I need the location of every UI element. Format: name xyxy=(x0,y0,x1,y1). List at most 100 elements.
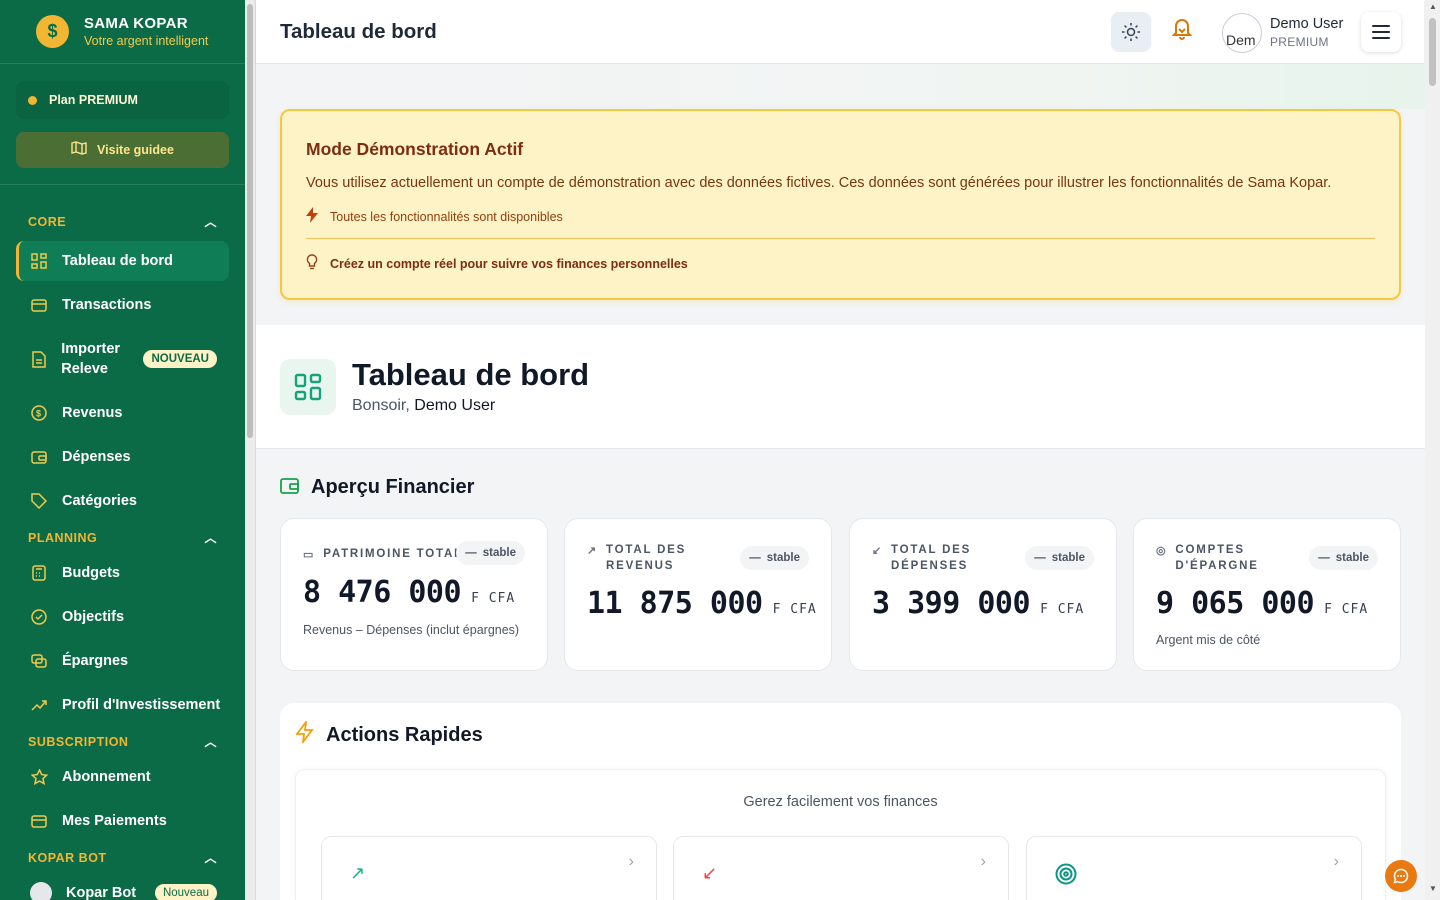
target-icon: ◎ xyxy=(1156,545,1168,557)
section-subscription[interactable]: SUBSCRIPTION ︿ xyxy=(28,733,217,750)
demo-cta[interactable]: Créez un compte réel pour suivre vos fin… xyxy=(306,254,688,273)
avatar[interactable]: Dem xyxy=(1222,13,1262,53)
demo-cta-label: Créez un compte réel pour suivre vos fin… xyxy=(330,256,688,271)
chat-button[interactable] xyxy=(1385,860,1417,892)
divider xyxy=(0,184,245,185)
chevron-up-icon: ︿ xyxy=(204,851,217,865)
logo-icon: $ xyxy=(36,15,69,48)
quick-actions: Actions Rapides Gerez facilement vos fin… xyxy=(280,703,1401,900)
sidebar-item-depenses[interactable]: Dépenses xyxy=(16,437,229,477)
calculator-icon xyxy=(30,564,48,582)
sidebar-item-categories[interactable]: Catégories xyxy=(16,481,229,521)
sidebar-item-paiements[interactable]: Mes Paiements xyxy=(16,801,229,841)
section-subscription-label: SUBSCRIPTION xyxy=(28,734,129,749)
section-planning[interactable]: PLANNING ︿ xyxy=(28,529,217,546)
section-core-label: CORE xyxy=(28,214,67,229)
sidebar-item-label: Abonnement xyxy=(62,769,151,785)
notifications-button[interactable] xyxy=(1171,16,1193,46)
stat-card-patrimoine[interactable]: ▭ PATRIMOINE TOTAL — stable 8 476 000 F CFA… xyxy=(280,518,548,671)
sidebar-item-investissement[interactable]: Profil d'Investissement xyxy=(16,685,229,725)
scroll-up-icon[interactable]: ▲ xyxy=(1429,2,1437,11)
dash-icon: — xyxy=(1318,552,1330,564)
quick-action-add-expense[interactable]: ↙ › xyxy=(673,836,1009,900)
sidebar-item-epargnes[interactable]: Épargnes xyxy=(16,641,229,681)
stat-value-number: 8 476 000 xyxy=(303,575,462,610)
sidebar-scrollbar[interactable] xyxy=(245,0,256,900)
quick-action-add-revenue[interactable]: ↗ › xyxy=(321,836,657,900)
sidebar-item-budgets[interactable]: Budgets xyxy=(16,553,229,593)
brand[interactable]: $ SAMA KOPAR Votre argent intelligent xyxy=(0,0,245,64)
sidebar-item-label: Importer Releve xyxy=(61,341,121,377)
card-icon xyxy=(30,812,48,830)
scrollbar-thumb[interactable] xyxy=(1429,18,1436,86)
stat-value-number: 9 065 000 xyxy=(1156,586,1315,621)
sidebar-item-label: Kopar Bot xyxy=(66,885,137,900)
stat-currency: F CFA xyxy=(1040,602,1085,617)
sidebar-item-transactions[interactable]: Transactions xyxy=(16,285,229,325)
stat-label: ↙ TOTAL DES DÉPENSES xyxy=(872,542,982,574)
section-core[interactable]: CORE ︿ xyxy=(28,213,217,230)
stat-card-revenus[interactable]: ↗ TOTAL DES REVENUS — stable 11 875 000 F C… xyxy=(564,518,832,671)
bell-icon xyxy=(1171,19,1193,40)
chevron-right-icon: › xyxy=(1333,853,1339,870)
card-icon xyxy=(30,296,48,314)
arrow-up-right-icon: ↗ xyxy=(350,863,366,883)
section-planning-label: PLANNING xyxy=(28,530,98,545)
main-scrollbar[interactable]: ▲ ▼ xyxy=(1425,0,1440,900)
chevron-up-icon: ︿ xyxy=(204,531,217,545)
grid-icon xyxy=(30,252,48,270)
demo-text: Vous utilisez actuellement un compte de … xyxy=(306,175,1332,191)
sidebar-item-import[interactable]: Importer Releve NOUVEAU xyxy=(16,333,229,385)
file-icon xyxy=(30,350,47,368)
sidebar-item-label: Transactions xyxy=(62,297,152,313)
wallet-icon: ▭ xyxy=(303,549,316,561)
stat-value-number: 11 875 000 xyxy=(587,586,763,621)
trend-badge: — stable xyxy=(1025,546,1094,570)
demo-title: Mode Démonstration Actif xyxy=(306,139,524,159)
user-name[interactable]: Demo User xyxy=(1270,16,1343,32)
star-icon xyxy=(30,768,48,786)
sidebar: $ SAMA KOPAR Votre argent intelligent Pl… xyxy=(0,0,245,900)
page-title: Tableau de bord xyxy=(280,20,437,43)
scrollbar-thumb[interactable] xyxy=(247,4,253,438)
hero-title: Tableau de bord xyxy=(352,357,590,392)
chevron-up-icon: ︿ xyxy=(204,215,217,229)
trend-text: stable xyxy=(1051,552,1085,564)
user-role: PREMIUM xyxy=(1270,35,1329,49)
sidebar-item-abonnement[interactable]: Abonnement xyxy=(16,757,229,797)
divider xyxy=(306,238,1375,239)
section-kopar-bot[interactable]: KOPAR BOT ︿ xyxy=(28,849,217,866)
section-kopar-bot-label: KOPAR BOT xyxy=(28,850,107,865)
stat-currency: F CFA xyxy=(1324,602,1369,617)
theme-toggle-button[interactable] xyxy=(1111,12,1151,52)
stat-card-epargne[interactable]: ◎ COMPTES D'ÉPARGNE — stable 9 065 000 F CF… xyxy=(1133,518,1401,671)
menu-button[interactable] xyxy=(1361,12,1401,52)
guided-tour-button[interactable]: Visite guidee xyxy=(16,132,229,168)
sidebar-item-label: Budgets xyxy=(62,565,120,581)
trend-badge: — stable xyxy=(456,541,525,565)
stat-card-depenses[interactable]: ↙ TOTAL DES DÉPENSES — stable 3 399 000 F C… xyxy=(849,518,1117,671)
sidebar-item-revenus[interactable]: $ Revenus xyxy=(16,393,229,433)
demo-banner: Mode Démonstration Actif Vous utilisez a… xyxy=(280,109,1401,300)
trend-badge: — stable xyxy=(740,546,809,570)
sidebar-item-dashboard[interactable]: Tableau de bord xyxy=(16,241,229,281)
stat-currency: F CFA xyxy=(772,602,817,617)
trend-badge: — stable xyxy=(1309,546,1378,570)
quick-actions-panel: Gerez facilement vos finances ↗ › ↙ › › xyxy=(295,769,1386,900)
stat-label-text: PATRIMOINE TOTAL xyxy=(323,548,463,560)
sidebar-item-kopar-bot[interactable]: Kopar Bot Nouveau xyxy=(16,873,229,900)
sidebar-item-label: Mes Paiements xyxy=(62,813,167,829)
stack-icon xyxy=(30,652,48,670)
greeting-text: Bonsoir, xyxy=(352,397,410,414)
arrow-down-left-icon: ↙ xyxy=(872,545,884,557)
sidebar-item-label: Dépenses xyxy=(62,449,131,465)
brand-tagline: Votre argent intelligent xyxy=(84,34,209,48)
stat-note: Revenus – Dépenses (inclut épargnes) xyxy=(303,623,520,637)
scroll-down-icon[interactable]: ▼ xyxy=(1429,884,1437,893)
chevron-right-icon: › xyxy=(980,853,986,870)
chevron-up-icon: ︿ xyxy=(204,735,217,749)
new-badge: Nouveau xyxy=(154,884,217,900)
sidebar-item-label: Objectifs xyxy=(62,609,125,625)
quick-action-add-goal[interactable]: › xyxy=(1026,836,1362,900)
sidebar-item-objectifs[interactable]: Objectifs xyxy=(16,597,229,637)
